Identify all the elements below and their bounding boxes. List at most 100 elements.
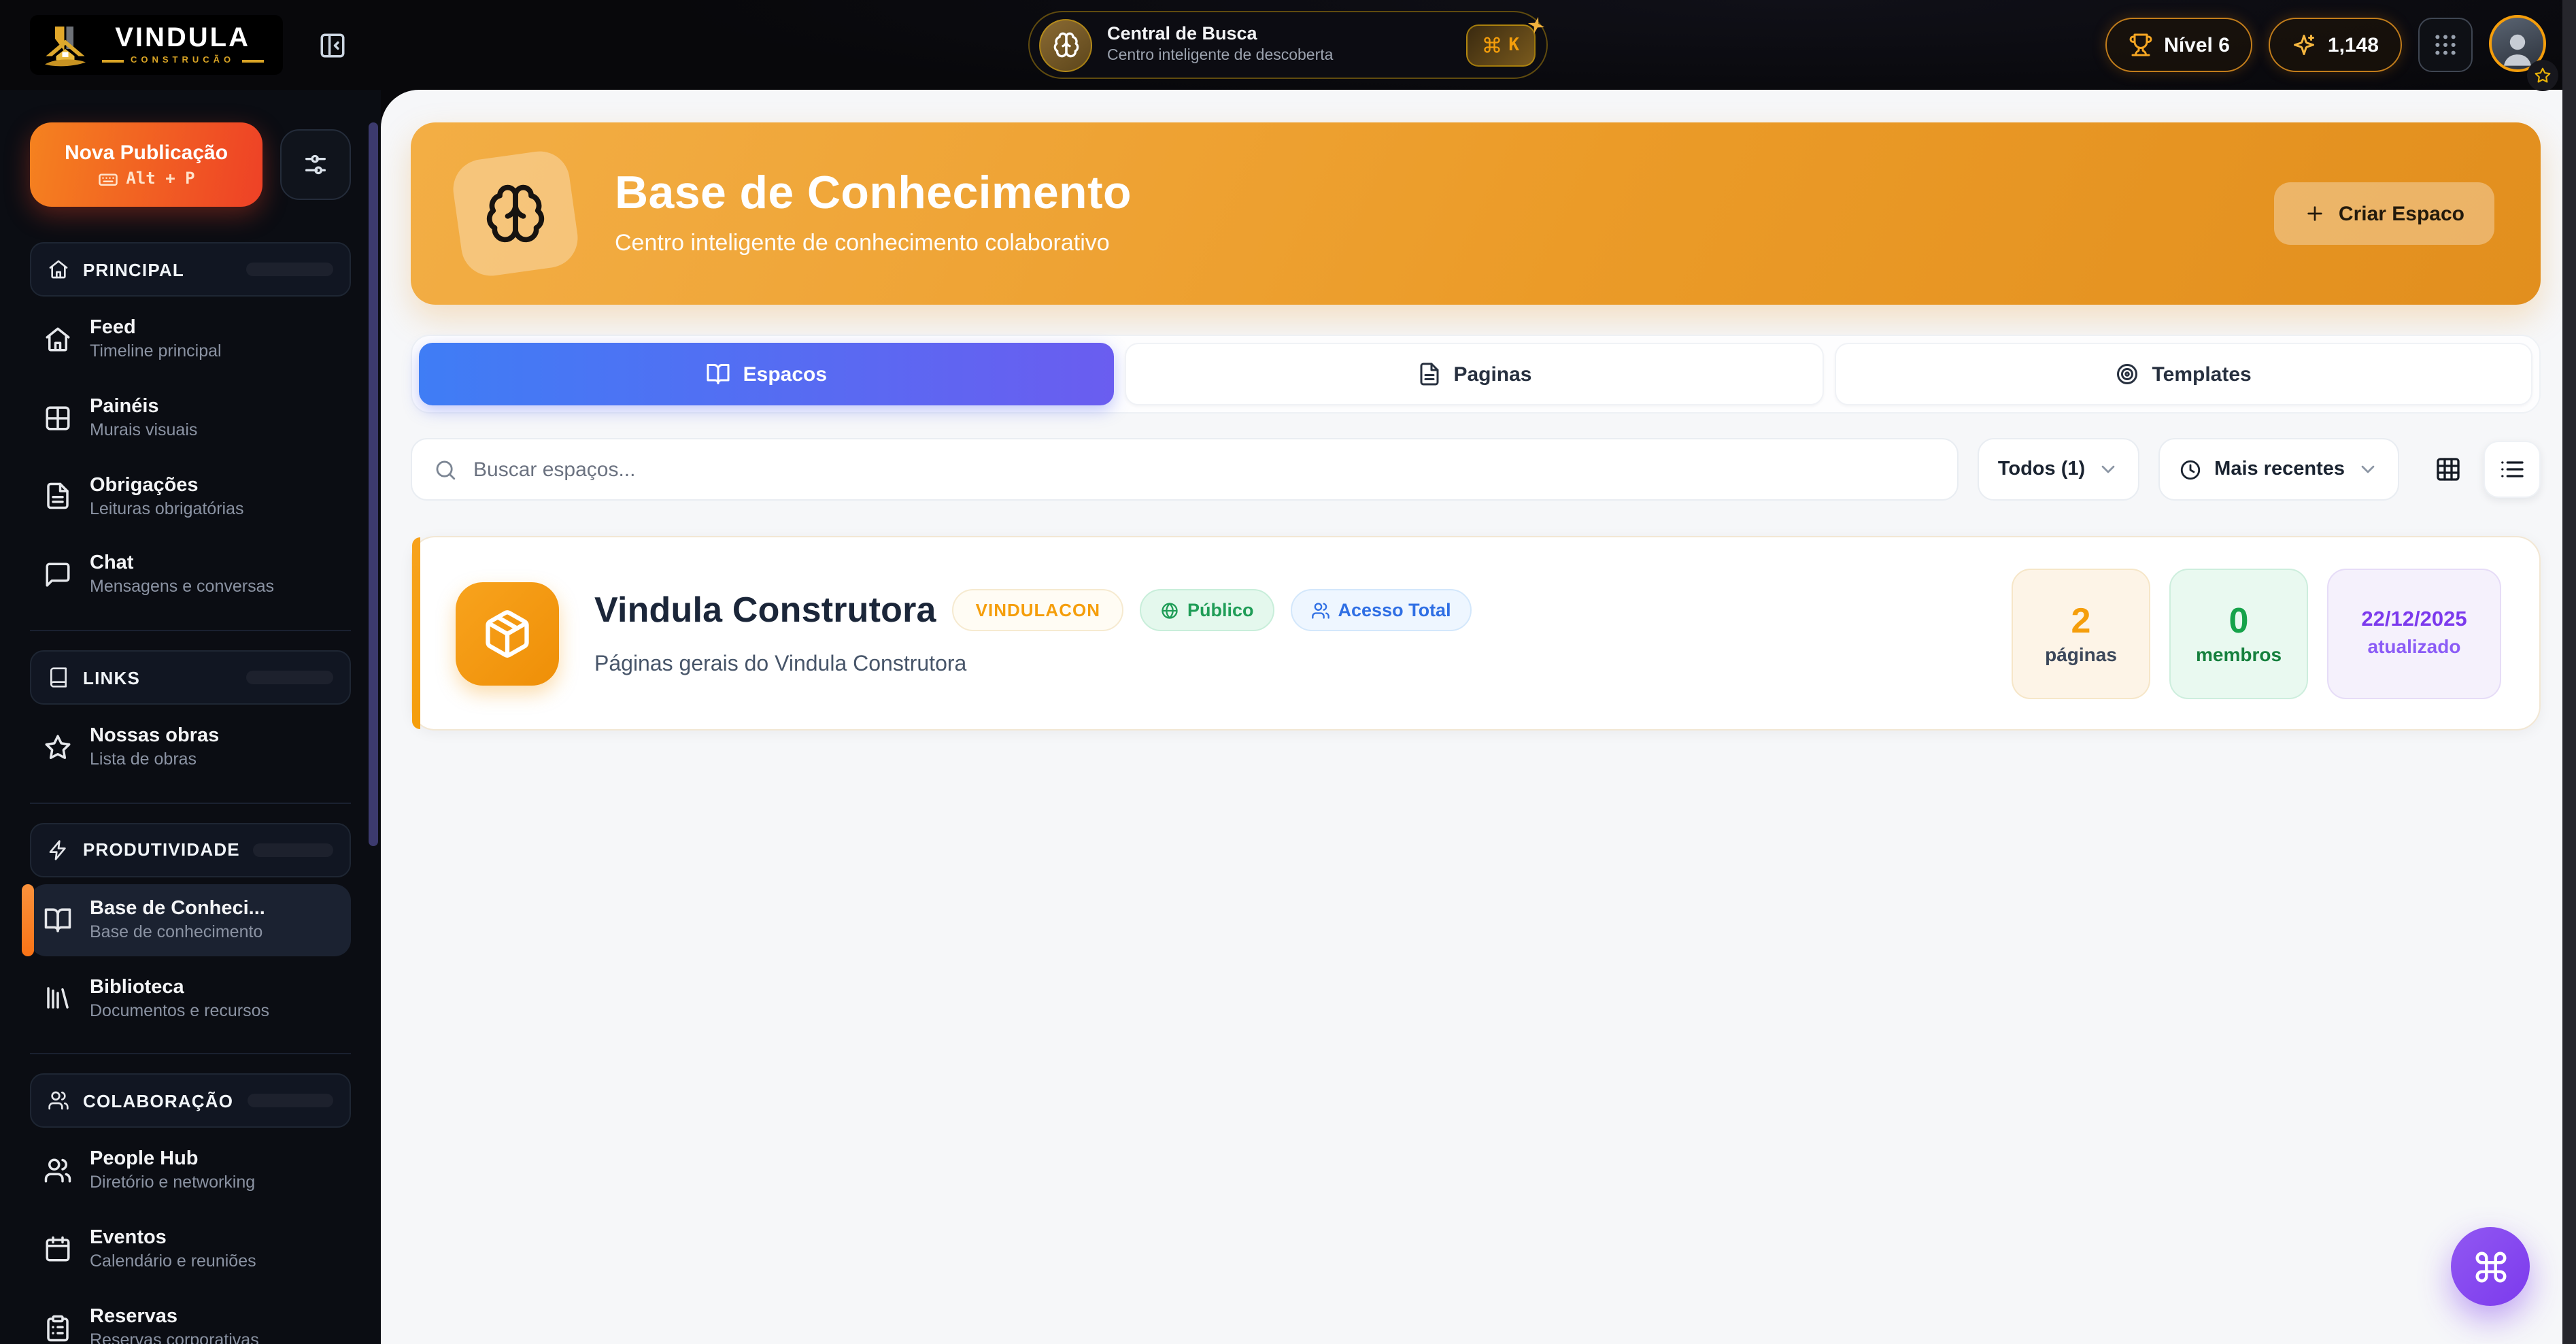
section-shimmer xyxy=(254,843,333,857)
target-icon xyxy=(2116,362,2140,386)
central-search-text: Central de Busca Centro inteligente de d… xyxy=(1107,25,1333,65)
trophy-icon xyxy=(2129,33,2153,57)
space-title-row: Vindula Construtora VINDULACON Público xyxy=(594,589,1472,631)
sidebar-scrollbar-thumb[interactable] xyxy=(369,122,378,846)
section-header-principal[interactable]: PRINCIPAL xyxy=(30,242,351,297)
section-header-links[interactable]: LINKS xyxy=(30,650,351,705)
sidebar-item-biblioteca[interactable]: Biblioteca Documentos e recursos xyxy=(30,962,351,1035)
item-text: Eventos Calendário e reuniões xyxy=(90,1226,256,1273)
access-label: Acesso Total xyxy=(1338,600,1451,620)
item-sublabel: Leituras obrigatórias xyxy=(90,499,244,520)
sidebar-group-produtividade: PRODUTIVIDADE Base de Conheci... Base de… xyxy=(30,803,351,1035)
section-label: PRINCIPAL xyxy=(83,259,184,280)
space-card-body: Vindula Construtora VINDULACON Público xyxy=(594,589,1472,677)
tab-label: Templates xyxy=(2152,363,2252,386)
tab-templates[interactable]: Templates xyxy=(1834,343,2532,405)
file-text-icon xyxy=(44,482,72,511)
points-badge[interactable]: 1,148 xyxy=(2269,18,2402,72)
sidebar-item-paineis[interactable]: Painéis Murais visuais xyxy=(30,382,351,454)
sort-filter-select[interactable]: Mais recentes xyxy=(2158,438,2399,501)
grid-view-icon xyxy=(2435,456,2462,483)
section-shimmer xyxy=(246,671,333,684)
section-header-colaboracao[interactable]: COLABORAÇÃO xyxy=(30,1074,351,1128)
chevron-down-icon xyxy=(2357,458,2379,480)
section-shimmer xyxy=(247,1094,333,1108)
grid-view-button[interactable] xyxy=(2421,442,2475,497)
section-header-produtividade[interactable]: PRODUTIVIDADE xyxy=(30,823,351,877)
book-open-icon xyxy=(44,905,72,934)
new-publication-button[interactable]: Nova Publicação Alt + P xyxy=(30,122,262,207)
item-sublabel: Mensagens e conversas xyxy=(90,577,274,599)
sort-filter-value: Mais recentes xyxy=(2214,458,2345,480)
space-card-vindula-construtora[interactable]: Vindula Construtora VINDULACON Público xyxy=(411,536,2541,730)
sparkles-icon xyxy=(2292,33,2317,57)
item-sublabel: Lista de obras xyxy=(90,750,219,771)
sidebar-item-base-conhecimento[interactable]: Base de Conheci... Base de conhecimento xyxy=(30,884,351,956)
sidebar-group-colaboracao: COLABORAÇÃO People Hub Diretório e netwo… xyxy=(30,1054,351,1344)
search-icon xyxy=(434,458,457,481)
item-sublabel: Reservas corporativas xyxy=(90,1330,259,1344)
brain-badge xyxy=(1039,18,1092,71)
tab-paginas[interactable]: Paginas xyxy=(1125,343,1824,405)
item-text: Nossas obras Lista de obras xyxy=(90,724,219,771)
tab-label: Paginas xyxy=(1453,363,1531,386)
apps-grid-button[interactable] xyxy=(2418,18,2473,72)
sidebar-item-nossas-obras[interactable]: Nossas obras Lista de obras xyxy=(30,711,351,784)
stat-members: 0 membros xyxy=(2169,568,2308,699)
brand-logo[interactable]: VINDULA CONSTRUCÃO xyxy=(30,15,282,75)
command-palette-fab[interactable] xyxy=(2451,1227,2530,1306)
sidebar-item-reservas[interactable]: Reservas Reservas corporativas xyxy=(30,1292,351,1344)
central-search-subtitle: Centro inteligente de descoberta xyxy=(1107,48,1333,65)
hero-brain-badge xyxy=(450,148,581,280)
sidebar-item-chat[interactable]: Chat Mensagens e conversas xyxy=(30,539,351,611)
level-badge[interactable]: Nível 6 xyxy=(2105,18,2253,72)
list-view-button[interactable] xyxy=(2484,441,2541,498)
users-icon xyxy=(1311,601,1330,620)
shortcut-text: Alt + P xyxy=(126,169,194,188)
sidebar-item-eventos[interactable]: Eventos Calendário e reuniões xyxy=(30,1213,351,1286)
filter-toolbar: Todos (1) Mais recentes xyxy=(411,438,2541,501)
sidebar-item-obrigacoes[interactable]: Obrigações Leituras obrigatórias xyxy=(30,460,351,533)
book-open-icon xyxy=(707,362,731,386)
panel-collapse-icon xyxy=(318,31,347,59)
new-publication-shortcut: Alt + P xyxy=(97,168,194,188)
space-search-input[interactable] xyxy=(471,456,1935,482)
item-text: Biblioteca Documentos e recursos xyxy=(90,975,269,1022)
item-sublabel: Timeline principal xyxy=(90,341,222,363)
feed-settings-button[interactable] xyxy=(280,129,351,200)
command-icon xyxy=(1482,35,1502,54)
hero-text: Base de Conhecimento Centro inteligente … xyxy=(615,169,1132,257)
tab-espacos[interactable]: Espacos xyxy=(419,343,1115,405)
central-search-title: Central de Busca xyxy=(1107,25,1333,46)
vindula-logo-icon xyxy=(41,22,90,68)
sidebar-item-feed[interactable]: Feed Timeline principal xyxy=(30,303,351,375)
item-text: Reservas Reservas corporativas xyxy=(90,1305,259,1344)
item-label: Painéis xyxy=(90,394,197,419)
topbar: VINDULA CONSTRUCÃO xyxy=(0,0,2576,90)
create-space-button[interactable]: Criar Espaco xyxy=(2275,182,2494,245)
star-icon xyxy=(2534,67,2552,84)
sidebar-group-principal: PRINCIPAL Feed Timeline principal xyxy=(30,242,351,611)
section-label: PRODUTIVIDADE xyxy=(83,840,240,860)
main-content: Base de Conhecimento Centro inteligente … xyxy=(381,90,2576,1344)
type-filter-select[interactable]: Todos (1) xyxy=(1978,438,2139,501)
stat-label: membros xyxy=(2196,643,2282,665)
shortcut-badge: K xyxy=(1466,24,1536,66)
sidebar-collapse-button[interactable] xyxy=(309,22,356,68)
brain-icon xyxy=(1052,31,1079,58)
page-scrollbar-track[interactable] xyxy=(2562,0,2576,1344)
logo-text: VINDULA CONSTRUCÃO xyxy=(102,24,263,65)
brand-tagline-row: CONSTRUCÃO xyxy=(102,56,263,65)
house-icon xyxy=(44,325,72,354)
item-label: Obrigações xyxy=(90,473,244,497)
sidebar-content: Nova Publicação Alt + P xyxy=(0,90,381,1344)
section-shimmer xyxy=(246,263,333,276)
level-label: Nível 6 xyxy=(2164,33,2230,56)
users-icon xyxy=(44,1156,72,1185)
item-text: Feed Timeline principal xyxy=(90,316,222,363)
content-tabs: Espacos Paginas Templates xyxy=(411,335,2541,414)
sidebar-item-people-hub[interactable]: People Hub Diretório e networking xyxy=(30,1135,351,1207)
clock-icon xyxy=(2179,458,2202,481)
central-search-trigger[interactable]: Central de Busca Centro inteligente de d… xyxy=(1028,11,1548,79)
sidebar-group-links: LINKS Nossas obras Lista de obras xyxy=(30,630,351,784)
